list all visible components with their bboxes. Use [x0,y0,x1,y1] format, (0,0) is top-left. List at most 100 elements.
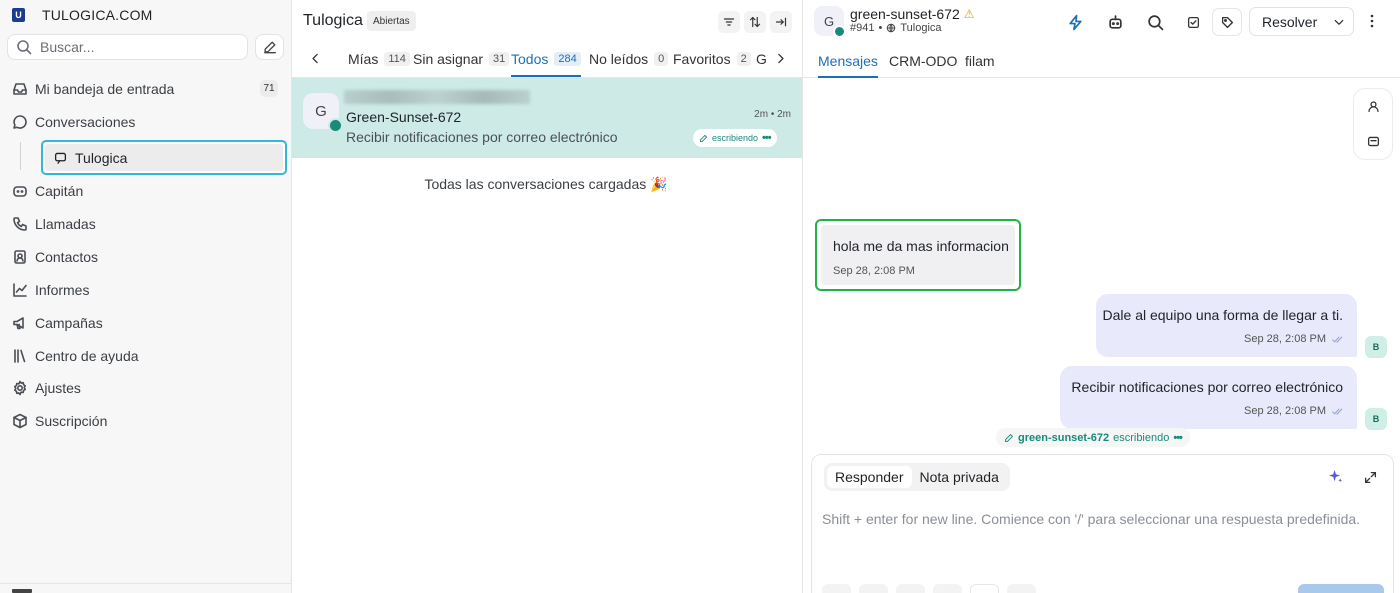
tab-unread[interactable]: No leídos 0 [589,51,669,77]
chat-meta: #941 • Tulogica [850,22,942,34]
labels-button[interactable] [1212,8,1242,36]
message-time: Sep 28, 2:08 PM [1244,333,1326,345]
conversation-contact-name: Green-Sunset-672 [346,109,462,125]
expand-composer-button[interactable] [1364,471,1377,484]
sidebar-item-inbox[interactable]: Mi bandeja de entrada [12,78,174,100]
sidebar-footer-icon[interactable] [12,589,32,593]
window-icon [1367,136,1380,147]
inbox-icon [13,83,27,95]
tabs-scroll-right[interactable] [774,52,787,65]
sidebar-item-label: Contactos [35,249,99,265]
chat-tabs: Mensajes CRM-ODO filam [803,48,1400,78]
all-loaded-message: Todas las conversaciones cargadas 🎉 [424,176,668,192]
library-icon [14,349,26,363]
pencil-icon [699,134,708,142]
reply-tab[interactable]: Responder [827,466,912,488]
tab-count: 114 [384,52,410,66]
search-messages-button[interactable] [1140,9,1170,35]
collapse-panel-button[interactable] [770,11,792,33]
sidebar-item-subscription[interactable]: Suscripción [12,410,107,432]
expand-icon [1364,471,1377,484]
sidebar-item-calls[interactable]: Llamadas [12,213,96,235]
outgoing-message: Recibir notificaciones por correo electr… [1060,366,1357,429]
sort-icon [749,16,761,28]
sidebar-item-reports[interactable]: Informes [12,279,89,301]
conversation-list-panel: Tulogica Abiertas Mías 114 Sin asignar 3… [292,0,803,593]
package-icon [13,413,27,429]
tab-label: Sin asignar [413,51,484,67]
sidebar-item-settings[interactable]: Ajustes [12,377,81,399]
copilot-button[interactable] [1100,9,1130,35]
tab-label: Favoritos [673,51,731,67]
more-options-button[interactable] [1369,13,1375,29]
macros-button[interactable] [1060,9,1090,35]
tab-label: Todos [511,51,549,67]
sidebar-item-label: Ajustes [35,380,81,396]
attachment-button[interactable] [859,584,888,593]
brand[interactable]: U TULOGICA.COM [12,7,153,23]
tabs-scroll-left[interactable] [309,52,322,65]
contacts-icon [14,250,26,264]
arrow-to-right-icon [775,17,787,27]
ai-assist-button[interactable] [1328,469,1343,484]
tab-label: No leídos [589,51,649,67]
tab-unassigned[interactable]: Sin asignar 31 [413,51,510,77]
search-input[interactable] [40,39,230,55]
message-input[interactable] [822,511,1382,571]
contact-details-button[interactable] [1367,100,1380,113]
private-note-tab[interactable]: Nota privada [912,466,1007,488]
search-icon [17,40,32,55]
inbox-count-badge: 71 [260,80,278,97]
user-icon [1368,101,1379,113]
sort-button[interactable] [744,11,766,33]
more-tools-button[interactable] [1007,584,1036,593]
tree-line [20,142,21,170]
signature-button[interactable] [933,584,962,593]
compose-button[interactable] [255,34,284,60]
sidebar-item-help-center[interactable]: Centro de ayuda [12,345,139,367]
tab-filam[interactable]: filam [965,53,995,78]
sidebar-subitem-tulogica[interactable]: Tulogica [41,140,287,175]
sidebar-divider [0,583,292,584]
tab-label: Mías [348,51,379,67]
double-check-icon [1332,336,1343,342]
sidebar-item-campaigns[interactable]: Campañas [12,312,103,334]
tab-messages[interactable]: Mensajes [818,53,878,78]
filter-button[interactable] [718,11,740,33]
tasks-button[interactable] [1180,9,1206,35]
audio-button[interactable] [896,584,925,593]
typing-dots-icon: ••• [1173,431,1183,444]
tab-crm-odo[interactable]: CRM-ODO [889,53,957,78]
emoji-button[interactable] [822,584,851,593]
sidebar-item-label: Informes [35,282,90,298]
list-title: Tulogica [303,12,363,29]
status-filter-chip[interactable]: Abiertas [367,11,416,31]
dashboard-apps-button[interactable] [1367,135,1380,148]
side-dock [1353,88,1393,160]
resolve-label: Resolver [1262,13,1318,30]
tab-mine[interactable]: Mías 114 [348,51,410,77]
typing-pill: escribiendo ••• [693,129,777,147]
tab-count: 2 [736,52,751,66]
robot-icon [1108,14,1122,29]
message-time: Sep 28, 2:08 PM [1244,405,1326,417]
conversation-preview: Recibir notificaciones por correo electr… [346,129,618,145]
sidebar-item-contacts[interactable]: Contactos [12,246,98,268]
tab-all[interactable]: Todos 284 [511,51,581,77]
globe-icon [887,23,896,33]
tab-partial[interactable]: G [756,51,767,77]
incoming-message: hola me da mas informacion Sep 28, 2:08 … [815,219,1021,291]
chat-contact-header[interactable]: green-sunset-672 ⚠ [850,6,975,22]
captain-icon [13,186,27,197]
sidebar-item-label: Llamadas [35,216,96,232]
tab-favorites[interactable]: Favoritos 2 [673,51,751,77]
send-button[interactable] [1298,584,1384,593]
resolve-button[interactable]: Resolver [1249,7,1354,36]
tab-count: 31 [489,52,510,66]
search-box[interactable] [7,34,248,60]
inbox-name: Tulogica [900,22,942,34]
sidebar-item-captain[interactable]: Capitán [12,180,83,202]
conversation-card[interactable]: G Green-Sunset-672 2m • 2m Recibir notif… [292,78,802,158]
sidebar-item-conversations[interactable]: Conversaciones [12,111,135,133]
canned-response-button[interactable] [970,584,999,593]
